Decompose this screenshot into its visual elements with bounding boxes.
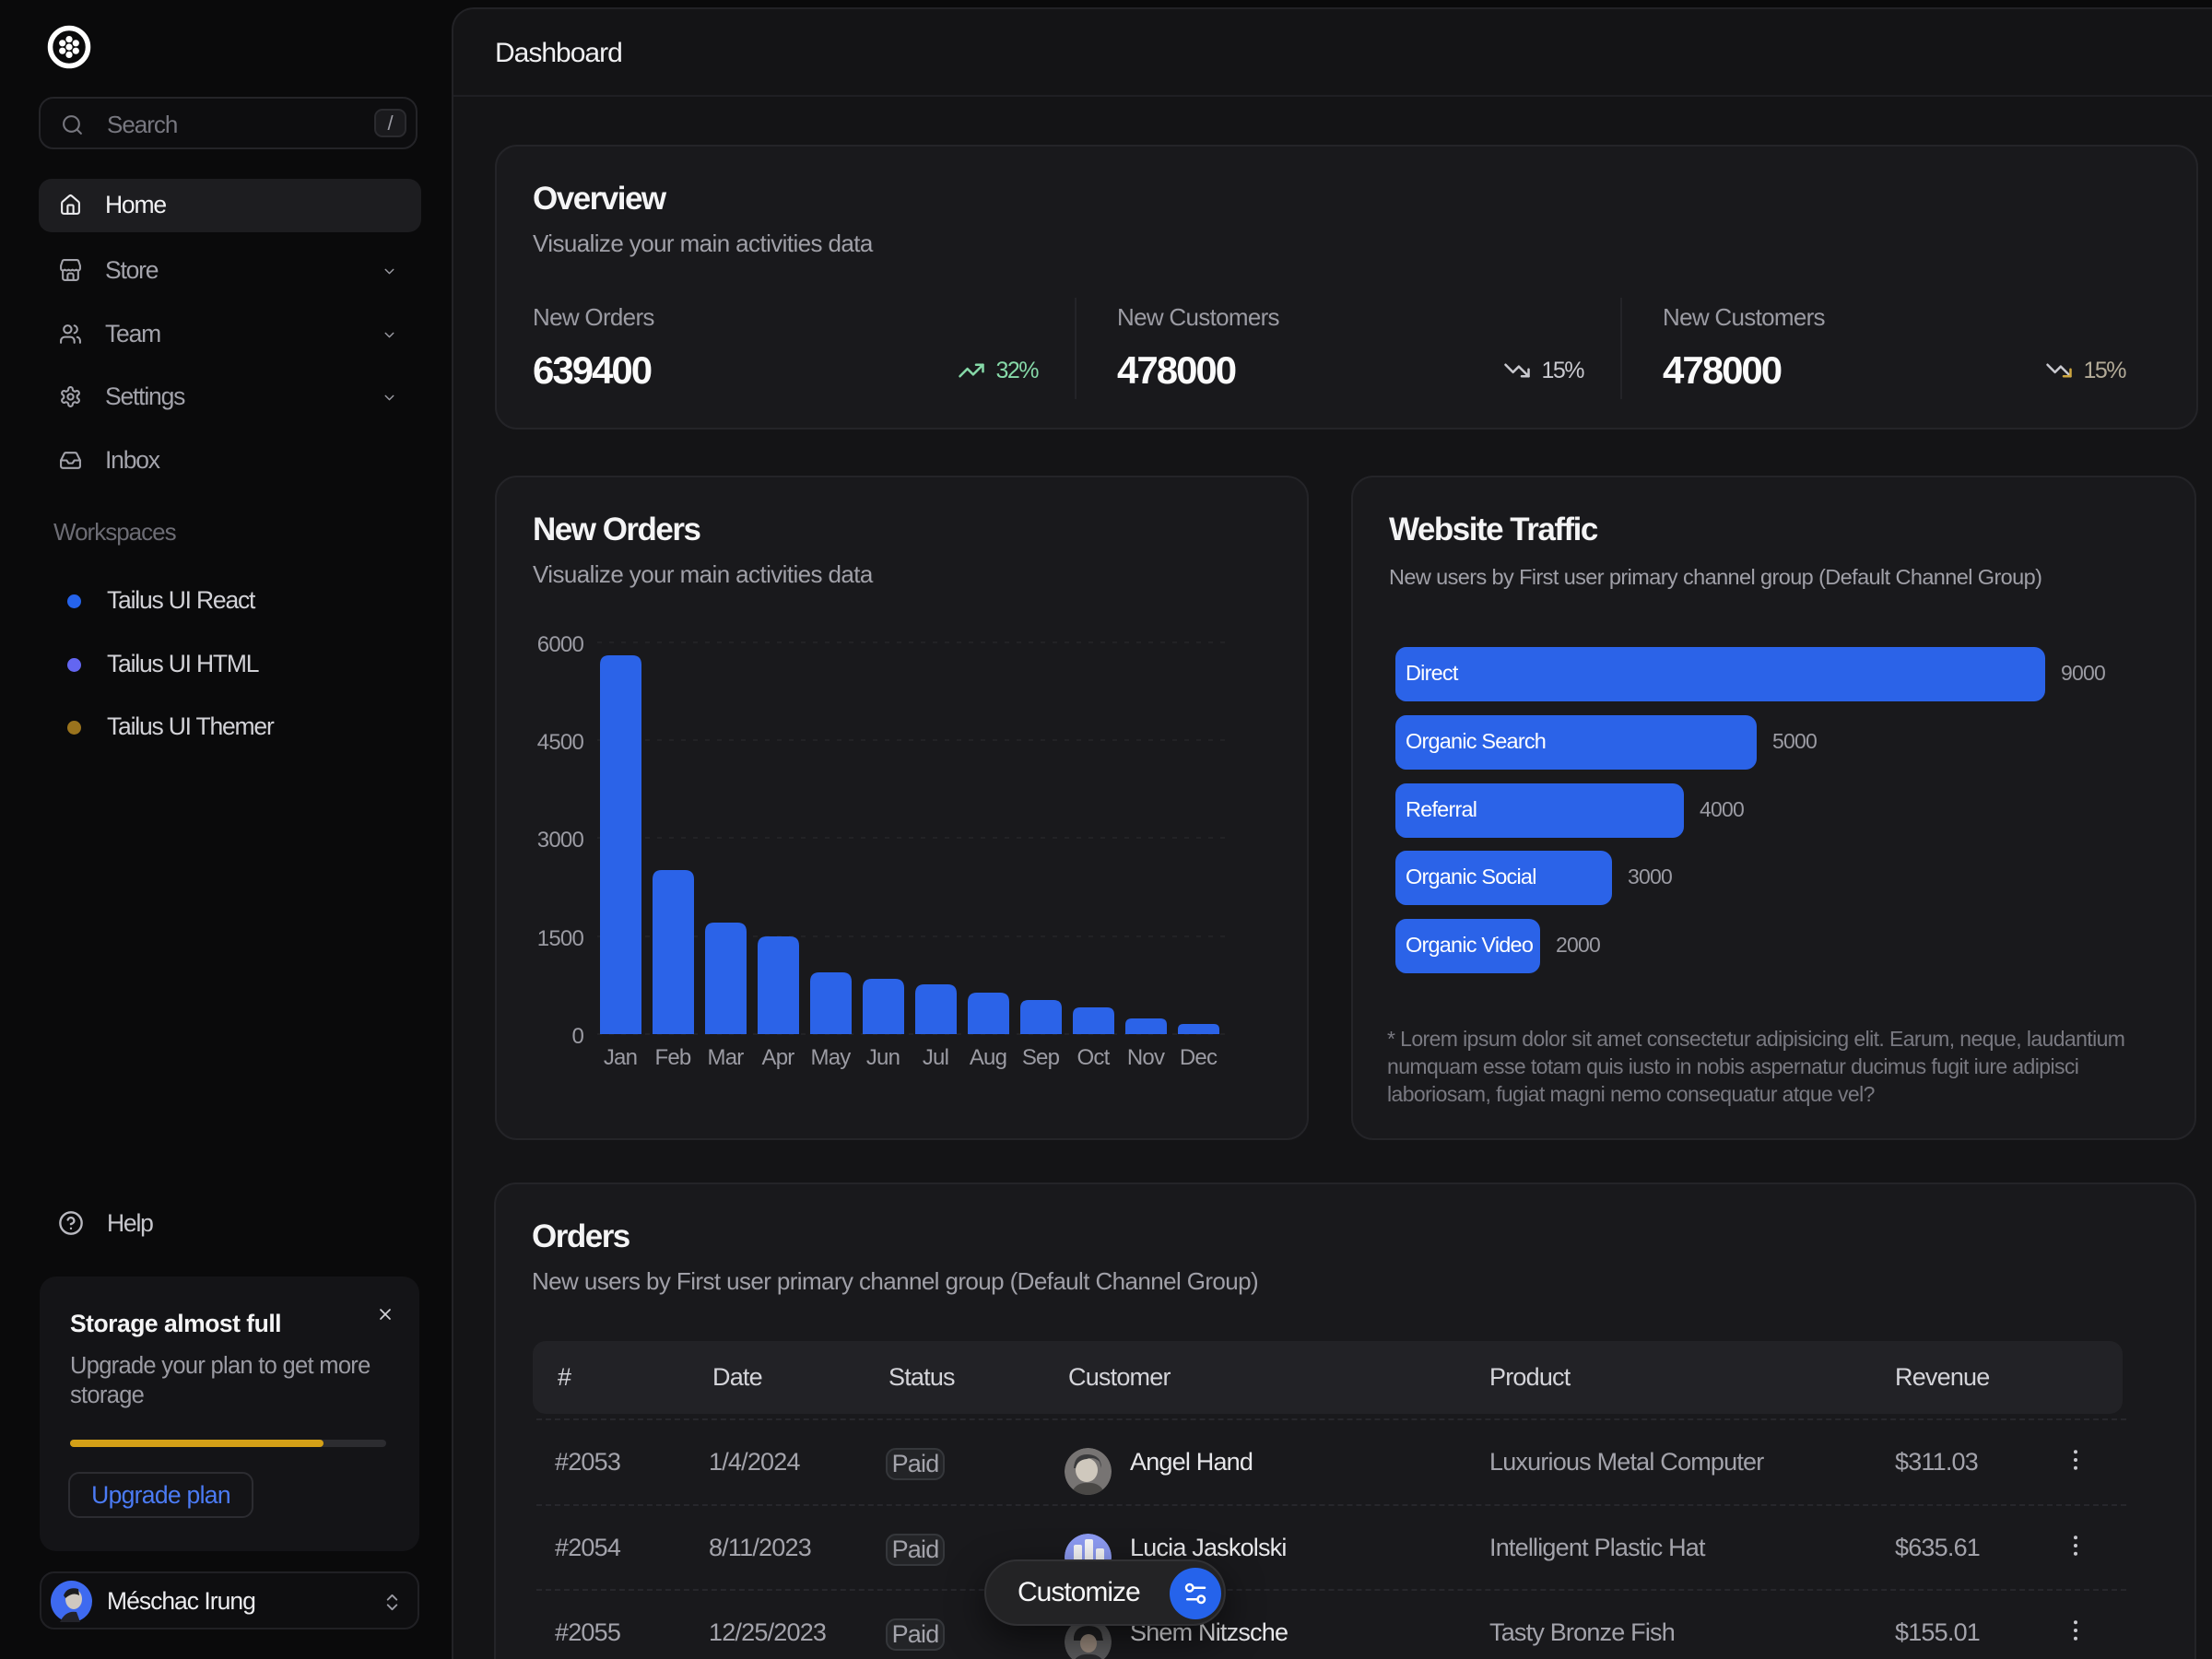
- svg-text:Feb: Feb: [655, 1045, 691, 1070]
- svg-text:May: May: [811, 1045, 852, 1070]
- svg-text:Mar: Mar: [708, 1045, 745, 1070]
- svg-text:Dec: Dec: [1180, 1045, 1218, 1070]
- svg-text:Jan: Jan: [604, 1045, 637, 1070]
- svg-text:1500: 1500: [537, 926, 584, 951]
- svg-text:Oct: Oct: [1077, 1045, 1111, 1070]
- svg-text:Apr: Apr: [762, 1045, 795, 1070]
- svg-text:0: 0: [571, 1024, 583, 1049]
- svg-text:Jun: Jun: [866, 1045, 900, 1070]
- svg-text:3000: 3000: [537, 828, 584, 853]
- svg-text:Nov: Nov: [1127, 1045, 1165, 1070]
- svg-text:6000: 6000: [537, 632, 584, 657]
- svg-text:Sep: Sep: [1022, 1045, 1060, 1070]
- svg-text:4500: 4500: [537, 730, 584, 755]
- svg-text:Jul: Jul: [923, 1045, 948, 1070]
- svg-text:Aug: Aug: [970, 1045, 1006, 1070]
